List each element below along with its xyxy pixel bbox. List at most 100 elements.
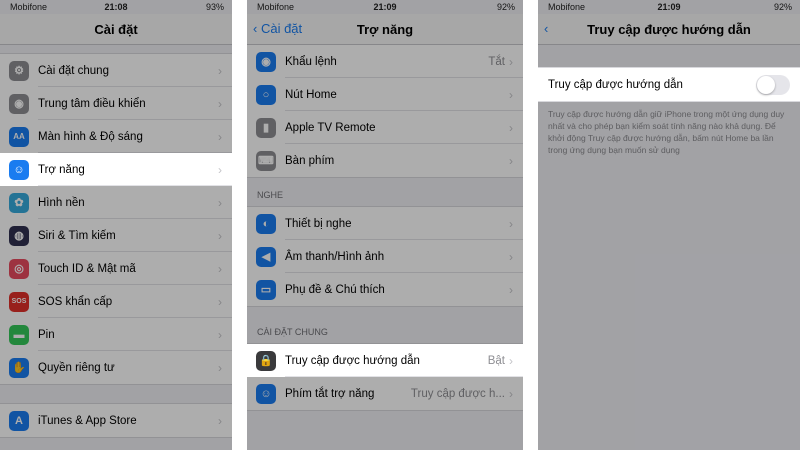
list-item-label: Siri & Tìm kiếm <box>38 229 116 242</box>
section-header-general: CÀI ĐẶT CHUNG <box>257 327 328 337</box>
list-item[interactable]: ○ Nút Home › <box>247 78 523 111</box>
guided-access-group: Truy cập được hướng dẫn <box>538 67 800 102</box>
voice-control-icon: ◉ <box>256 51 276 72</box>
list-item[interactable]: ☺ Trợ năng › <box>0 153 232 186</box>
page-title: Trợ năng <box>356 22 414 37</box>
list-item-label: Quyền riêng tư <box>38 361 115 374</box>
general-list: 🔒 Truy cập được hướng dẫn Bật › ☺ Phím tắt tr… <box>247 343 523 411</box>
list-item-value: Bật <box>487 354 505 367</box>
switches-icon: ◉ <box>9 93 29 114</box>
list-item[interactable]: ◀ Âm thanh/Hình ảnh › <box>247 240 523 273</box>
list-item[interactable]: ▭ Phụ đề & Chú thích › <box>247 273 523 306</box>
screen-accessibility: Mobifone 21:09 92% ‹ Cài đặt Trợ năng ◉ K… <box>247 0 523 450</box>
list-item[interactable]: SOS SOS khẩn cấp › <box>0 285 232 318</box>
page-title: Truy cập được hướng dẫn <box>587 22 751 37</box>
clock: 21:09 <box>373 2 397 12</box>
chevron-right-icon: › <box>509 386 513 401</box>
ear-icon: ◐ <box>256 213 276 234</box>
speaker-icon: ◀ <box>256 246 276 267</box>
list-item-value: Truy cập được h... <box>410 387 505 400</box>
list-item[interactable]: ◉ Khẩu lệnh Tắt › <box>247 45 523 78</box>
chevron-right-icon: › <box>218 413 222 428</box>
list-item[interactable]: ▬ Pin › <box>0 318 232 351</box>
clock: 21:08 <box>104 2 128 12</box>
list-item-label: Trung tâm điều khiển <box>38 97 146 110</box>
status-bar: Mobifone 21:09 92% <box>247 0 523 14</box>
list-item-label: Màn hình & Độ sáng <box>38 130 143 143</box>
hearing-list: ◐ Thiết bị nghe › ◀ Âm thanh/Hình ảnh › ▭ Phụ đ… <box>247 206 523 307</box>
chevron-right-icon: › <box>509 87 513 102</box>
list-item-label: Hình nền <box>38 196 85 209</box>
nav-bar: ‹ Cài đặt Trợ năng <box>247 14 523 45</box>
row-divider <box>38 185 232 186</box>
list-item[interactable]: ☺ Phím tắt trợ năng Truy cập được h... › <box>247 377 523 410</box>
gear-icon: ⚙ <box>9 60 29 81</box>
list-item[interactable]: ✿ Hình nền › <box>0 186 232 219</box>
list-item-label: Touch ID & Mật mã <box>38 262 136 275</box>
siri-icon: ◍ <box>9 225 29 246</box>
chevron-right-icon: › <box>218 162 222 177</box>
list-item[interactable]: AiTunes & App Store › <box>0 404 232 437</box>
description-text: Truy cập được hướng dẫn giữ iPhone trong… <box>548 109 785 155</box>
list-item[interactable]: ⚙ Cài đặt chung › <box>0 54 232 87</box>
list-item-label: Pin <box>38 328 55 341</box>
list-item-label: Âm thanh/Hình ảnh <box>285 250 385 263</box>
accessibility-icon: ☺ <box>9 159 29 180</box>
chevron-right-icon: › <box>509 54 513 69</box>
list-item[interactable]: ◎ Touch ID & Mật mã › <box>0 252 232 285</box>
keyboard-icon: ⌨ <box>256 150 276 171</box>
chevron-right-icon: › <box>509 153 513 168</box>
list-item-label: Thiết bị nghe <box>285 217 352 230</box>
screen-guided-access: Mobifone 21:09 92% ‹ Truy cập được hướng… <box>538 0 800 450</box>
nav-bar: ‹ Truy cập được hướng dẫn <box>538 14 800 45</box>
guided-access-toggle-row: Truy cập được hướng dẫn <box>538 68 800 101</box>
home-button-icon: ○ <box>256 84 276 105</box>
list-item-label: Nút Home <box>285 88 337 101</box>
chevron-right-icon: › <box>218 96 222 111</box>
chevron-right-icon: › <box>218 129 222 144</box>
clock: 21:09 <box>657 2 681 12</box>
accessibility-icon: ☺ <box>256 383 276 404</box>
app-store-icon: A <box>9 410 29 431</box>
lock-icon: 🔒 <box>256 350 276 371</box>
list-item[interactable]: 🔒 Truy cập được hướng dẫn Bật › <box>247 344 523 377</box>
chevron-right-icon: › <box>509 249 513 264</box>
list-item-label: Trợ năng <box>38 163 85 176</box>
chevron-right-icon: › <box>509 216 513 231</box>
chevron-right-icon: › <box>218 195 222 210</box>
list-item-label: Truy cập được hướng dẫn <box>285 354 420 367</box>
fingerprint-icon: ◎ <box>9 258 29 279</box>
page-title: Cài đặt <box>94 22 138 37</box>
list-item[interactable]: AA Màn hình & Độ sáng › <box>0 120 232 153</box>
battery-label: 92% <box>496 2 515 12</box>
list-item-label: Khẩu lệnh <box>285 55 337 68</box>
list-item[interactable]: ◐ Thiết bị nghe › <box>247 207 523 240</box>
list-item-label: Cài đặt chung <box>38 64 109 77</box>
chevron-right-icon: › <box>218 261 222 276</box>
remote-icon: ▮ <box>256 117 276 138</box>
battery-icon: ▬ <box>9 324 29 345</box>
chevron-right-icon: › <box>509 120 513 135</box>
switch-knob <box>757 75 775 94</box>
chevron-right-icon: › <box>218 228 222 243</box>
list-item-label: Bàn phím <box>285 154 335 167</box>
hand-icon: ✋ <box>9 357 29 378</box>
list-item[interactable]: ◉ Trung tâm điều khiển › <box>0 87 232 120</box>
nav-bar: Cài đặt <box>0 14 232 45</box>
list-item-label: SOS khẩn cấp <box>38 295 113 308</box>
list-item[interactable]: ⌨ Bàn phím › <box>247 144 523 177</box>
chevron-right-icon: › <box>509 282 513 297</box>
chevron-right-icon: › <box>218 63 222 78</box>
interaction-list: ◉ Khẩu lệnh Tắt › ○ Nút Home › ▮ Apple TV Remote… <box>247 45 523 178</box>
section-header-hearing: NGHE <box>257 190 284 200</box>
battery-label: 92% <box>773 2 792 12</box>
chevron-right-icon: › <box>218 360 222 375</box>
guided-access-switch[interactable] <box>756 74 790 95</box>
list-item[interactable]: ▮ Apple TV Remote › <box>247 111 523 144</box>
list-item[interactable]: ◍ Siri & Tìm kiếm › <box>0 219 232 252</box>
chevron-right-icon: › <box>509 353 513 368</box>
caption-icon: ▭ <box>256 279 276 300</box>
settings-list: ⚙ Cài đặt chung › ◉ Trung tâm điều khiển › AA M… <box>0 53 232 385</box>
list-item[interactable]: ✋ Quyền riêng tư › <box>0 351 232 384</box>
status-bar: Mobifone 21:08 93% <box>0 0 232 14</box>
